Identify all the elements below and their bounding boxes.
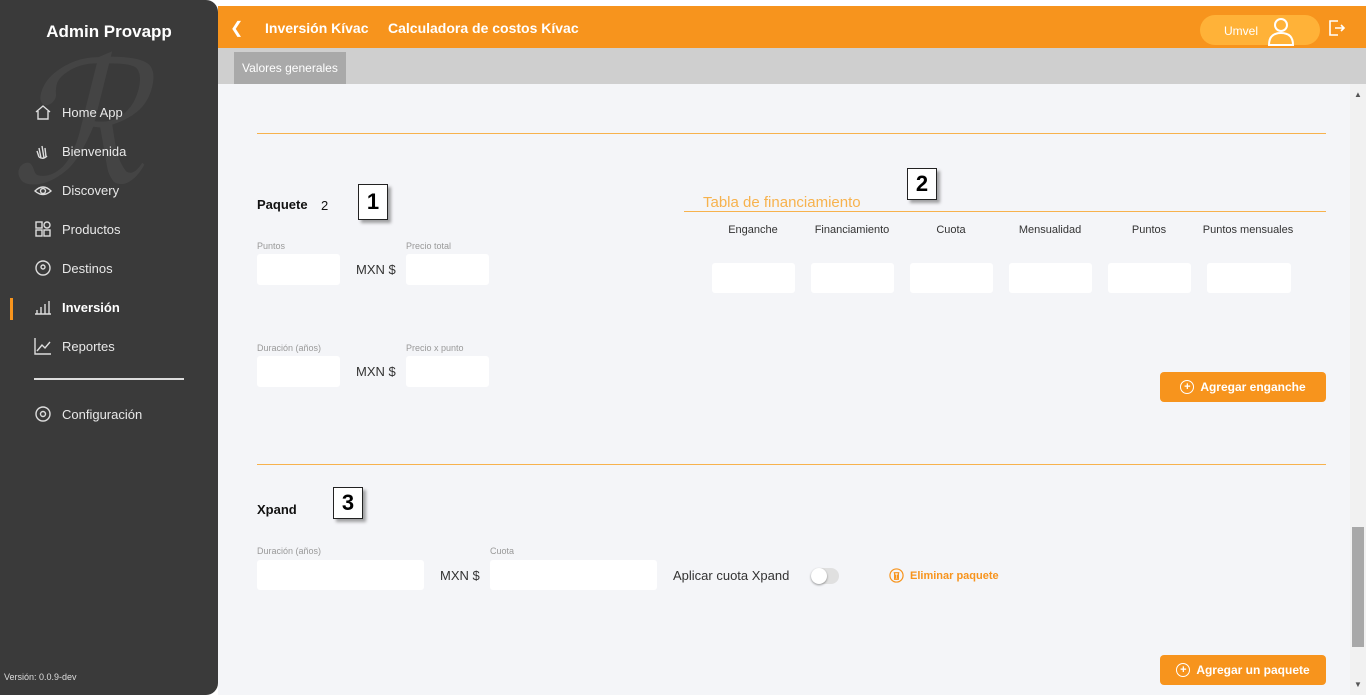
puntos-mensuales-input[interactable]	[1207, 263, 1291, 293]
sidebar-item-destinos[interactable]: Destinos	[34, 257, 113, 279]
grid-icon	[34, 220, 52, 238]
trend-line-icon	[34, 337, 52, 355]
home-icon	[34, 103, 52, 121]
scrollbar[interactable]: ▲ ▼	[1350, 84, 1366, 695]
currency-label: MXN $	[356, 262, 396, 277]
sidebar-item-discovery[interactable]: Discovery	[34, 179, 119, 201]
financiamiento-input[interactable]	[811, 263, 894, 293]
financiamiento-underline	[684, 211, 1326, 212]
paquete-number: 2	[321, 198, 329, 213]
puntos-input[interactable]	[257, 254, 340, 285]
column-header: Puntos mensuales	[1202, 224, 1294, 236]
sidebar-item-label: Productos	[62, 221, 121, 237]
currency-label: MXN $	[356, 364, 396, 379]
sidebar-item-label: Bienvenida	[62, 143, 127, 159]
version-label: Versión: 0.0.9-dev	[4, 672, 77, 682]
sidebar-item-label: Inversión	[62, 299, 120, 315]
column-header: Mensualidad	[1018, 224, 1082, 236]
column-header: Financiamiento	[814, 224, 890, 236]
sidebar-item-configuracion[interactable]: Configuración	[34, 403, 142, 425]
main-content: Paquete 2 1 Puntos MXN $ Precio total Du…	[218, 84, 1350, 695]
precio-total-label: Precio total	[406, 241, 452, 251]
sidebar-item-label: Home App	[62, 104, 123, 120]
precio-punto-label: Precio x punto	[406, 343, 464, 353]
sidebar-item-label: Configuración	[62, 406, 143, 422]
column-header: Cuota	[936, 224, 966, 236]
top-bar: ❮ Inversión Kívac Calculadora de costos …	[218, 6, 1366, 54]
wave-hand-icon	[34, 142, 52, 160]
add-package-button[interactable]: + Agregar un paquete	[1160, 655, 1326, 685]
sidebar-item-home-app[interactable]: Home App	[34, 101, 123, 123]
mensualidad-input[interactable]	[1009, 263, 1092, 293]
sidebar-item-bienvenida[interactable]: Bienvenida	[34, 140, 126, 162]
sidebar-item-productos[interactable]: Productos	[34, 218, 121, 240]
tab-valores-generales[interactable]: Valores generales	[234, 52, 346, 84]
back-arrow-icon[interactable]: ❮	[230, 18, 243, 38]
user-avatar-icon	[1267, 18, 1295, 46]
breadcrumb-calculadora[interactable]: Calculadora de costos Kívac	[388, 20, 579, 36]
breadcrumb-inversion[interactable]: Inversión Kívac	[265, 20, 369, 36]
xpand-toggle[interactable]	[811, 568, 839, 584]
bar-chart-icon	[34, 298, 52, 316]
xpand-toggle-label: Aplicar cuota Xpand	[673, 568, 790, 583]
xpand-cuota-input[interactable]	[490, 560, 657, 590]
xpand-duracion-label: Duración (años)	[257, 546, 322, 556]
column-header: Puntos	[1131, 224, 1167, 236]
delete-package-button[interactable]: Eliminar paquete	[889, 568, 999, 583]
sidebar-divider	[34, 378, 184, 380]
precio-punto-input[interactable]	[406, 356, 489, 387]
sidebar-item-inversion[interactable]: Inversión	[34, 296, 120, 318]
plus-circle-icon: +	[1180, 380, 1195, 394]
precio-total-input[interactable]	[406, 254, 489, 285]
xpand-title: Xpand	[257, 502, 297, 517]
cuota-input[interactable]	[910, 263, 993, 293]
user-menu[interactable]: Umvel	[1200, 15, 1320, 46]
sidebar-item-label: Destinos	[62, 260, 113, 276]
section-divider	[257, 133, 1326, 134]
duracion-input[interactable]	[257, 356, 340, 387]
enganche-input[interactable]	[712, 263, 795, 293]
scrollbar-thumb[interactable]	[1352, 527, 1364, 647]
add-package-label: Agregar un paquete	[1196, 663, 1310, 677]
delete-package-label: Eliminar paquete	[910, 569, 999, 582]
column-header: Enganche	[728, 224, 778, 236]
location-pin-icon	[34, 259, 52, 277]
scroll-down-icon[interactable]: ▼	[1354, 680, 1362, 689]
eye-icon	[34, 181, 52, 199]
user-name: Umvel	[1224, 24, 1259, 38]
paquete-title: Paquete	[257, 197, 308, 212]
brand-title: Admin Provapp	[46, 22, 172, 41]
xpand-cuota-label: Cuota	[490, 546, 515, 556]
annotation-badge-1: 1	[358, 184, 388, 220]
logout-icon[interactable]	[1326, 18, 1346, 38]
puntos-label: Puntos	[257, 241, 286, 251]
currency-label: MXN $	[440, 568, 480, 583]
annotation-badge-2: 2	[907, 168, 937, 200]
trash-icon	[889, 568, 904, 583]
sidebar-item-reportes[interactable]: Reportes	[34, 335, 115, 357]
sidebar: ℛ Admin Provapp Home App Bienvenida Disc…	[0, 0, 218, 695]
add-enganche-button[interactable]: + Agregar enganche	[1160, 372, 1326, 402]
duracion-label: Duración (años)	[257, 343, 322, 353]
scroll-up-icon[interactable]: ▲	[1354, 90, 1362, 99]
sidebar-item-label: Discovery	[62, 182, 120, 198]
financiamiento-title: Tabla de financiamiento	[703, 194, 861, 211]
xpand-duracion-input[interactable]	[257, 560, 424, 590]
annotation-badge-3: 3	[333, 487, 363, 519]
section-divider	[257, 464, 1326, 465]
plus-circle-icon: +	[1176, 663, 1191, 677]
gear-icon	[34, 405, 52, 423]
sidebar-item-label: Reportes	[62, 338, 115, 354]
add-enganche-label: Agregar enganche	[1200, 380, 1306, 394]
toggle-knob	[811, 568, 827, 584]
active-indicator	[10, 298, 13, 320]
tab-bar: Valores generales	[218, 48, 1366, 84]
puntos-fin-input[interactable]	[1108, 263, 1191, 293]
